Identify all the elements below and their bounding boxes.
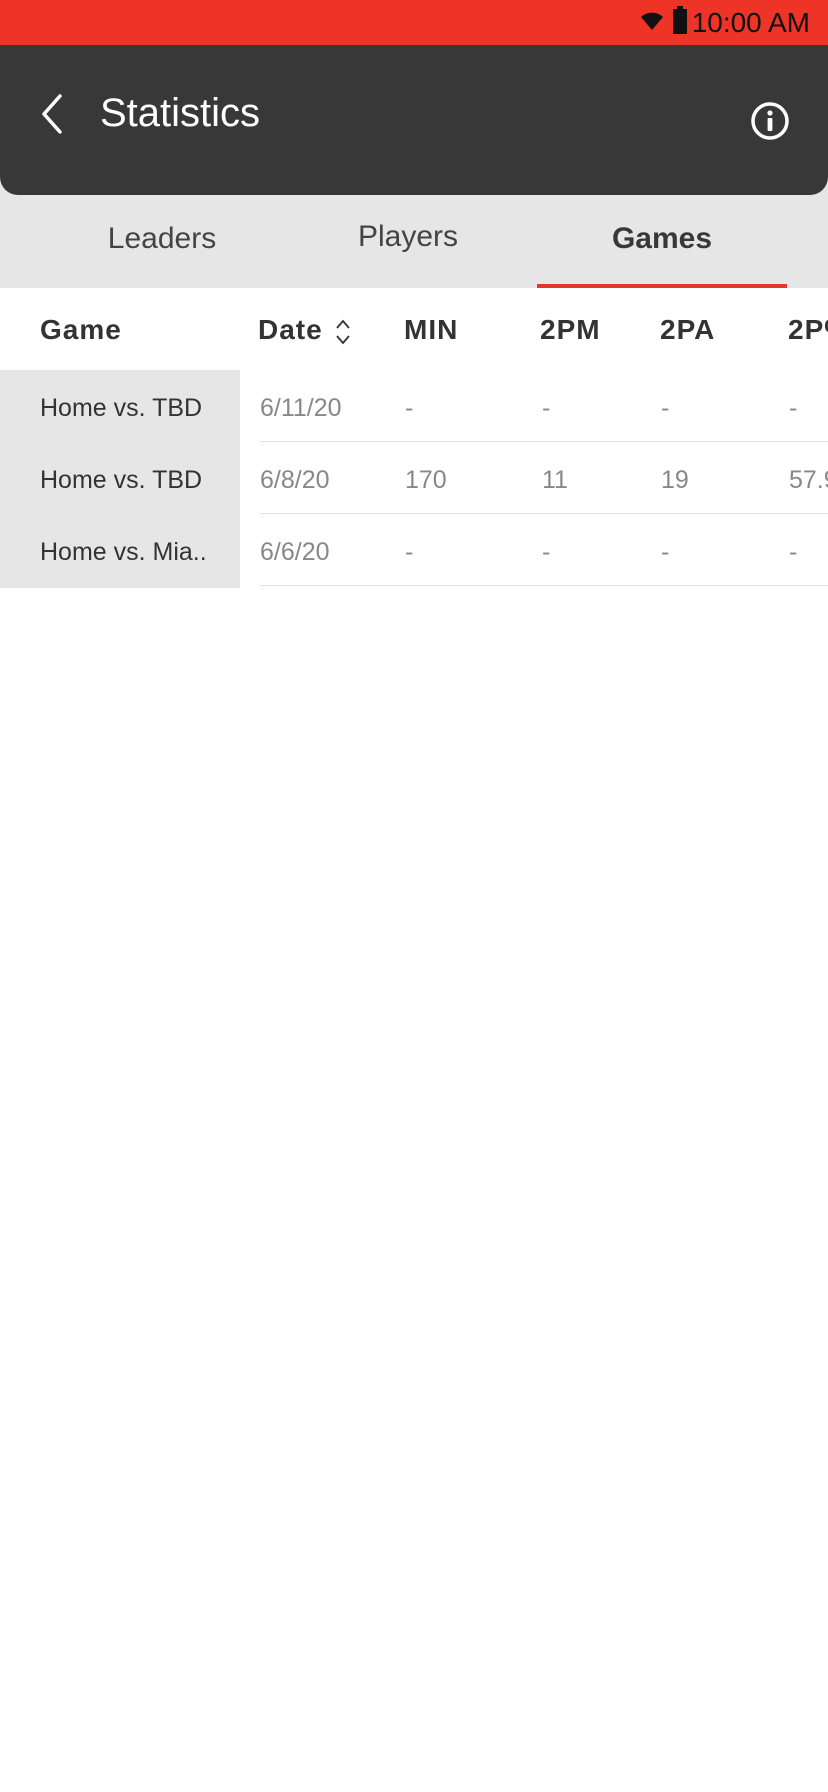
back-button[interactable] — [30, 89, 74, 139]
cell-2pm: 11 — [542, 466, 568, 494]
cell-game[interactable]: Home vs. Mia.. — [40, 538, 207, 567]
table-header: Game Date MIN 2PM 2PA 2P% — [0, 288, 828, 370]
status-bar: 10:00 AM — [0, 0, 828, 45]
cell-2pm: - — [542, 394, 551, 422]
column-header-game: Game — [40, 314, 122, 345]
cell-min: - — [405, 394, 414, 422]
cell-date: 6/8/20 — [260, 466, 330, 494]
tab-games[interactable]: Games — [537, 222, 787, 286]
table-row[interactable]: Home vs. TBD 6/8/20 170 11 19 57.9 — [0, 442, 828, 514]
cell-2p-pct: - — [789, 394, 798, 422]
cell-2pa: 19 — [661, 466, 689, 494]
page-title: Statistics — [100, 91, 261, 135]
status-icons — [638, 6, 688, 39]
column-header-2p-pct[interactable]: 2P% — [788, 314, 828, 346]
cell-2pm: - — [542, 538, 551, 566]
wifi-icon — [638, 8, 666, 37]
info-icon — [751, 102, 789, 140]
tab-leaders[interactable]: Leaders — [62, 222, 262, 286]
cell-game[interactable]: Home vs. TBD — [40, 466, 202, 495]
cell-min: - — [405, 538, 414, 566]
cell-2pa: - — [661, 538, 670, 566]
info-button[interactable] — [750, 101, 790, 141]
cell-2p-pct: - — [789, 538, 798, 566]
column-header-2pm[interactable]: 2PM — [540, 314, 601, 346]
column-header-2pa[interactable]: 2PA — [660, 314, 715, 346]
cell-date: 6/6/20 — [260, 538, 330, 566]
status-time: 10:00 AM — [691, 6, 810, 38]
row-divider — [260, 585, 828, 586]
table-row[interactable]: Home vs. Mia.. 6/6/20 - - - - — [0, 514, 828, 586]
app-bar: Statistics — [0, 45, 828, 195]
column-header-date[interactable]: Date — [258, 314, 351, 347]
tab-players[interactable]: Players — [308, 220, 508, 284]
cell-2pa: - — [661, 394, 670, 422]
column-header-min[interactable]: MIN — [404, 314, 458, 346]
chevron-left-icon — [42, 94, 62, 134]
cell-game[interactable]: Home vs. TBD — [40, 394, 202, 423]
table-row[interactable]: Home vs. TBD 6/11/20 - - - - — [0, 370, 828, 442]
column-header-date-label: Date — [258, 314, 323, 345]
sort-icon — [336, 319, 351, 344]
cell-min: 170 — [405, 466, 447, 494]
cell-2p-pct: 57.9 — [789, 466, 828, 494]
battery-icon — [672, 6, 688, 39]
cell-date: 6/11/20 — [260, 394, 342, 422]
tab-bar: Leaders Players Games — [0, 180, 828, 288]
